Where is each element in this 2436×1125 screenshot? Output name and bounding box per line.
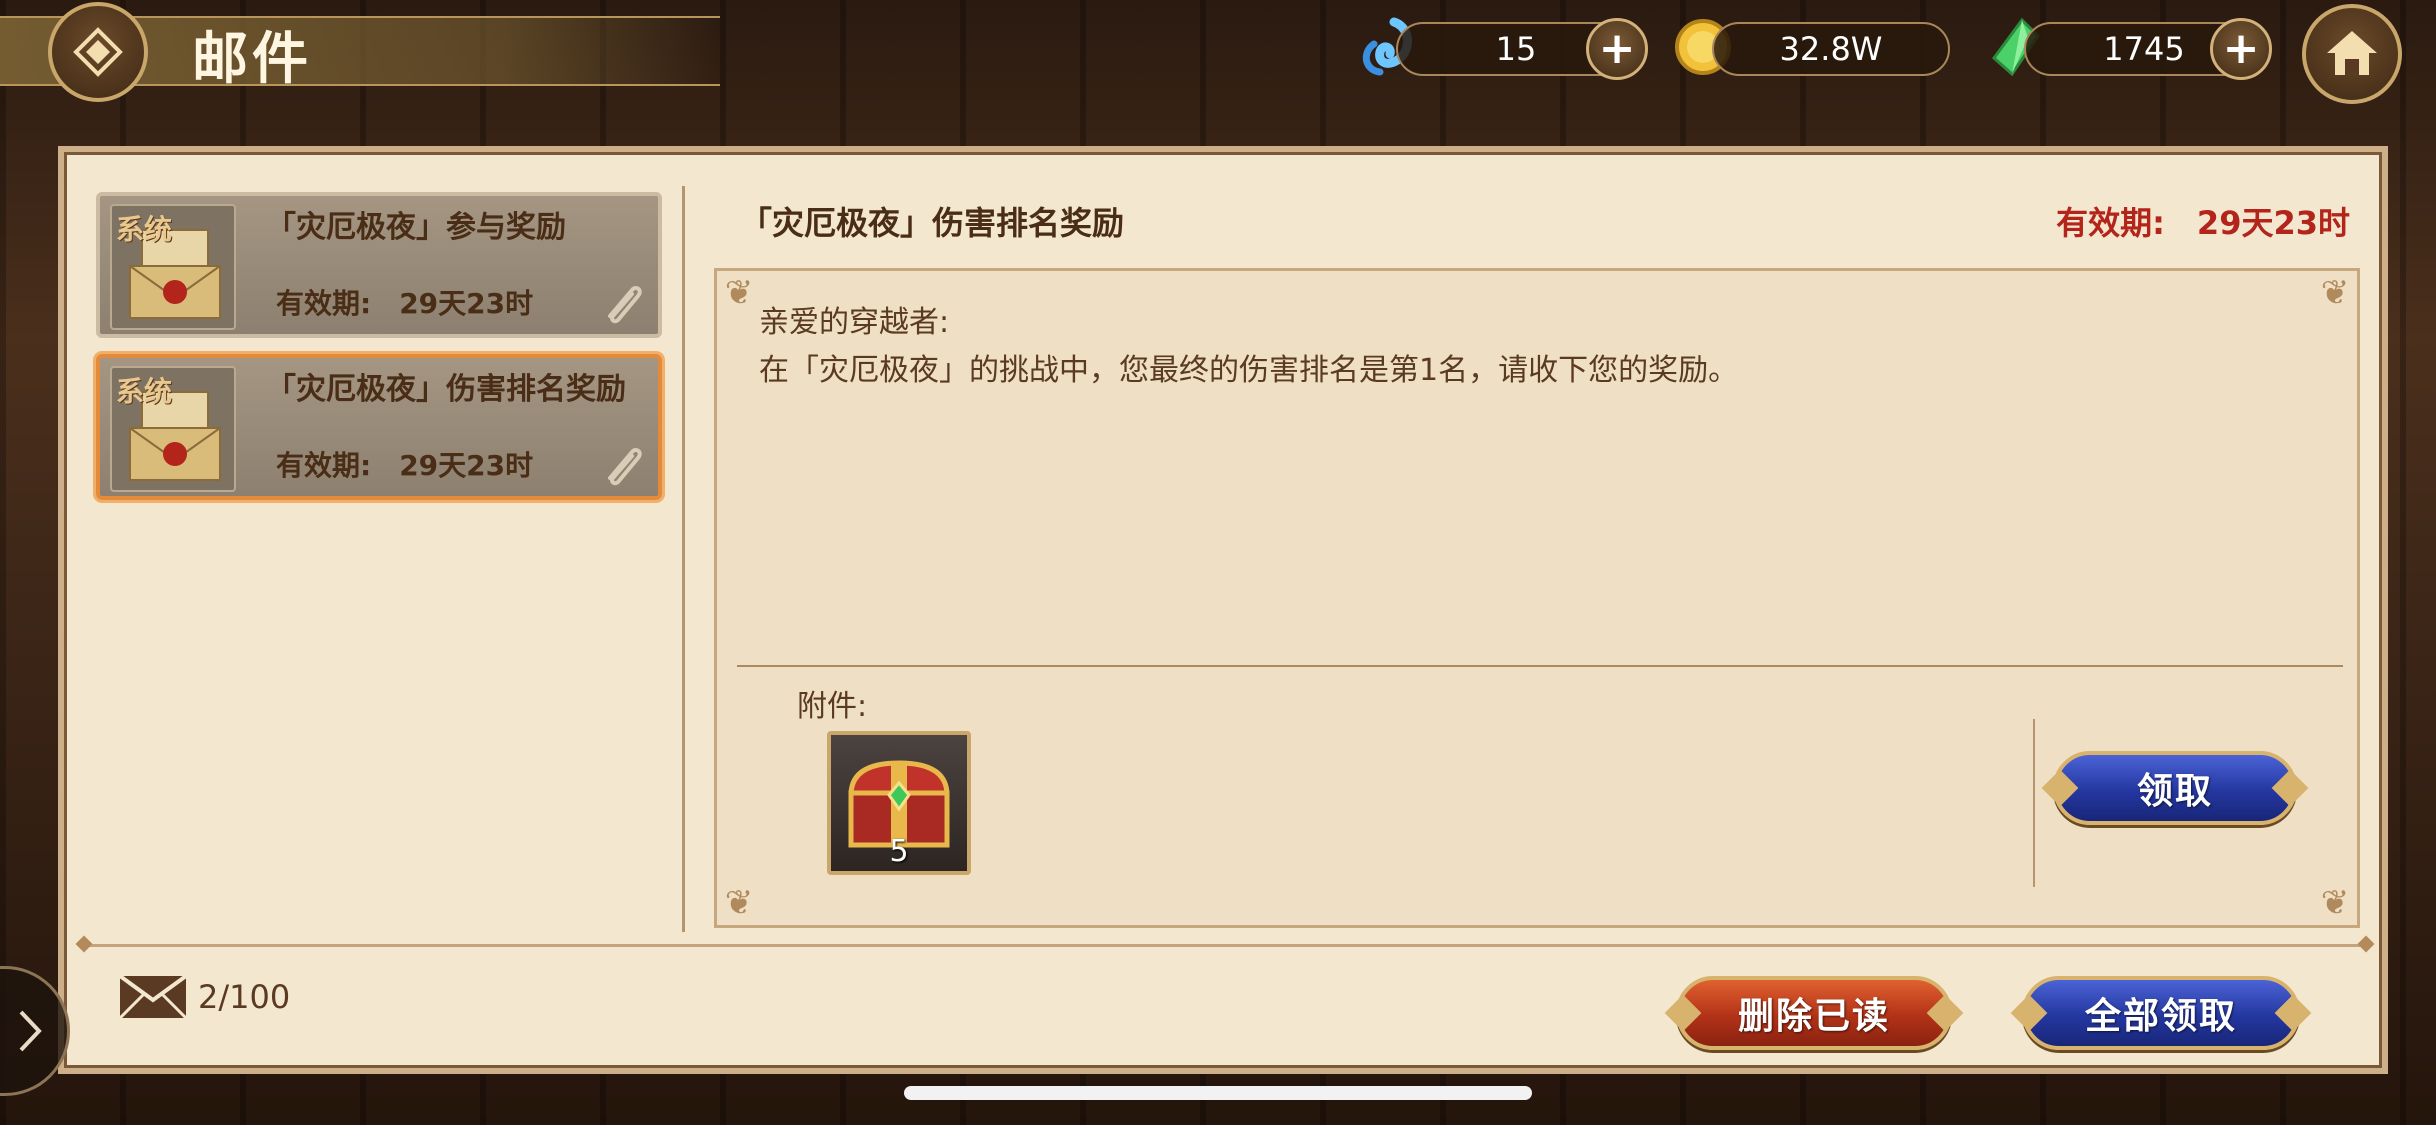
button-cap-left — [2041, 769, 2079, 807]
delete-read-button[interactable]: 删除已读 — [1664, 976, 1964, 1050]
gold-coin-counter: 32.8W — [1712, 22, 1950, 76]
mail-panel: 系统 「灾厄极夜」参与奖励 有效期: 29天23时 系统 「灾厄极夜」伤害排名奖… — [58, 146, 2388, 1074]
mail-list-item-selected[interactable]: 系统 「灾厄极夜」伤害排名奖励 有效期: 29天23时 — [96, 354, 662, 500]
attachment-count: 5 — [889, 834, 909, 869]
mail-detail-expiry: 有效期: 29天23时 — [2056, 204, 2350, 242]
home-button[interactable] — [2302, 4, 2402, 104]
green-crystal-value: 1745 — [2103, 30, 2185, 68]
add-green-crystal-button[interactable]: + — [2210, 18, 2272, 80]
attachment-separator — [737, 665, 2343, 667]
button-cap-right — [2274, 994, 2312, 1032]
corner-ornament-icon: ❦ — [2320, 273, 2350, 313]
attachment-item[interactable]: 5 — [827, 731, 971, 875]
system-mail-thumbnail: 系统 — [110, 204, 236, 330]
mail-content-box: ❦ ❦ ❦ ❦ 亲爱的穿越者: 在「灾厄极夜」的挑战中，您最终的伤害排名是第1名… — [714, 268, 2360, 928]
button-cap-right — [2271, 769, 2309, 807]
mail-title: 「灾厄极夜」参与奖励 — [266, 210, 566, 245]
top-bar: 邮件 15 + 32.8W 1745 + — [0, 0, 2436, 104]
mail-greeting: 亲爱的穿越者: — [759, 305, 950, 340]
claim-button[interactable]: 领取 — [2041, 751, 2309, 825]
back-button[interactable] — [48, 2, 148, 102]
paperclip-icon — [608, 447, 642, 486]
claim-all-button[interactable]: 全部领取 — [2010, 976, 2312, 1050]
add-blue-spirit-button[interactable]: + — [1586, 18, 1648, 80]
envelope-icon — [118, 974, 188, 1020]
chevron-right-icon — [19, 1010, 42, 1052]
button-cap-left — [2010, 994, 2048, 1032]
back-diamond-icon — [73, 27, 123, 77]
mail-tag: 系统 — [116, 375, 173, 408]
mail-list-item[interactable]: 系统 「灾厄极夜」参与奖励 有效期: 29天23时 — [96, 192, 662, 338]
mail-expiry: 有效期: 29天23时 — [276, 449, 534, 482]
corner-ornament-icon: ❦ — [2320, 883, 2350, 923]
system-mail-thumbnail: 系统 — [110, 366, 236, 492]
mail-counter: 2/100 — [118, 974, 290, 1020]
mail-expiry: 有效期: 29天23时 — [276, 287, 534, 320]
footer-divider — [84, 944, 2366, 947]
home-indicator[interactable] — [904, 1086, 1532, 1100]
paperclip-icon — [608, 285, 642, 324]
claim-all-button-label: 全部领取 — [2084, 996, 2237, 1037]
gold-coin-value: 32.8W — [1779, 30, 1883, 68]
button-cap-left — [1664, 994, 1702, 1032]
attachment-label: 附件: — [797, 689, 868, 724]
mail-detail-title: 「灾厄极夜」伤害排名奖励 — [740, 204, 1125, 242]
attachment-vertical-separator — [2033, 719, 2035, 887]
list-divider — [682, 186, 685, 932]
mail-tag: 系统 — [116, 213, 173, 246]
corner-ornament-icon: ❦ — [724, 883, 754, 923]
corner-ornament-icon: ❦ — [724, 273, 754, 313]
delete-read-button-label: 删除已读 — [1737, 996, 1890, 1037]
home-icon — [2327, 31, 2377, 75]
blue-spirit-value: 15 — [1495, 30, 1537, 68]
claim-button-label: 领取 — [2136, 771, 2213, 812]
mail-body: 在「灾厄极夜」的挑战中，您最终的伤害排名是第1名，请收下您的奖励。 — [759, 353, 1739, 388]
page-title: 邮件 — [192, 27, 312, 92]
mail-count: 2/100 — [198, 978, 291, 1016]
mail-title: 「灾厄极夜」伤害排名奖励 — [266, 372, 626, 407]
button-cap-right — [1926, 994, 1964, 1032]
